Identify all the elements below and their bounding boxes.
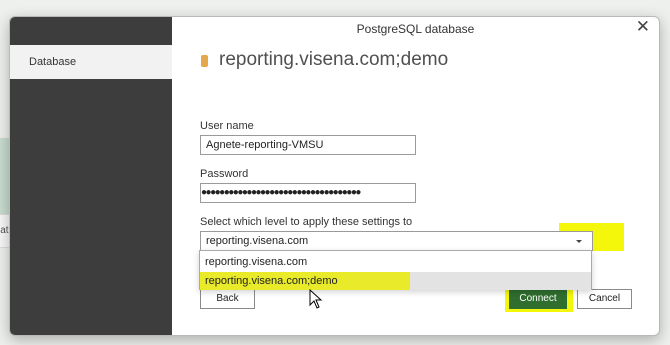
username-field[interactable]: Agnete-reporting-VMSU (200, 135, 416, 155)
chevron-down-icon (575, 239, 582, 243)
connection-heading: reporting.visena.com;demo (201, 49, 448, 71)
level-label: Select which level to apply these settin… (200, 216, 413, 228)
level-dropdown-list: reporting.visena.com reporting.visena.co… (199, 250, 592, 290)
dropdown-option-selected[interactable]: reporting.visena.com;demo (200, 272, 591, 290)
connection-name: reporting.visena.com;demo (219, 49, 449, 70)
password-field[interactable]: ●●●●●●●●●●●●●●●●●●●●●●●●●●●●●●●●●●● (200, 183, 416, 203)
dropdown-toggle[interactable] (564, 231, 593, 251)
close-icon[interactable]: ✕ (636, 17, 650, 37)
sidebar: Database (10, 17, 172, 335)
cancel-button[interactable]: Cancel (577, 289, 632, 309)
connect-button[interactable]: Connect (509, 289, 567, 309)
dialog-title: PostgreSQL database (356, 22, 475, 36)
back-button[interactable]: Back (200, 289, 255, 309)
level-select[interactable]: reporting.visena.com (200, 231, 593, 251)
dropdown-option-label: reporting.visena.com;demo (205, 275, 338, 287)
sidebar-item-database[interactable]: Database (10, 45, 172, 79)
dropdown-option[interactable]: reporting.visena.com (200, 253, 591, 271)
password-label: Password (200, 168, 249, 180)
username-label: User name (200, 120, 254, 132)
mouse-cursor-icon (309, 289, 323, 309)
background-partial-label: lat (0, 225, 9, 236)
database-icon (201, 55, 208, 67)
